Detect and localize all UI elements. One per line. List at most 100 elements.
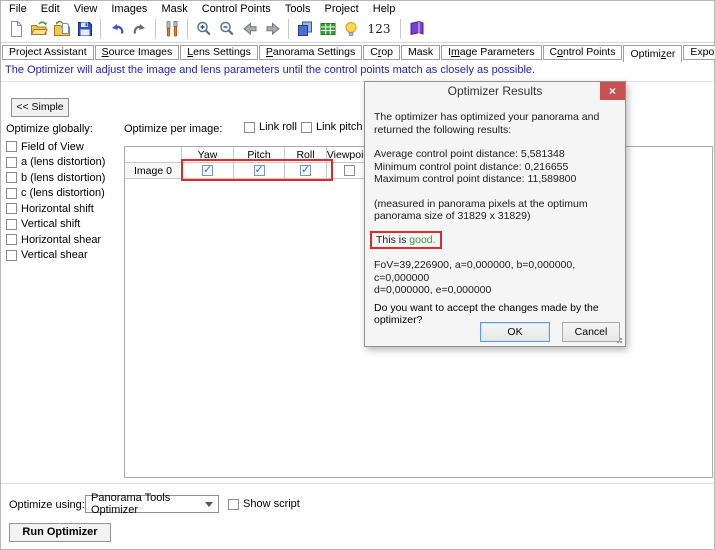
link-pitch-checkbox[interactable]: Link pitch xyxy=(301,121,362,133)
show-script-checkbox[interactable]: Show script xyxy=(228,498,300,510)
tab-bar: Project AssistantSource ImagesLens Setti… xyxy=(1,43,714,62)
menu-item-tools[interactable]: Tools xyxy=(285,3,311,15)
show-script-checkbox-box[interactable] xyxy=(228,499,239,510)
checkbox-box-c-lens-distortion[interactable] xyxy=(6,188,17,199)
copy-pages-icon[interactable] xyxy=(293,17,316,41)
checkbox-box-field-of-view[interactable] xyxy=(6,141,17,152)
redo-arrow-icon[interactable] xyxy=(128,17,151,41)
pitch-cell xyxy=(234,163,285,179)
simple-mode-button[interactable]: << Simple xyxy=(11,98,69,117)
zoom-in-icon[interactable] xyxy=(192,17,215,41)
book-icon[interactable] xyxy=(405,17,428,41)
menu-item-control-points[interactable]: Control Points xyxy=(202,3,271,15)
params-line-1: FoV=39,226900, a=0,000000, b=0,000000, c… xyxy=(374,259,616,284)
link-roll-checkbox-box[interactable] xyxy=(244,122,255,133)
grid-header-yaw: Yaw xyxy=(182,147,234,163)
checkbox-label: Vertical shear xyxy=(21,249,88,261)
red-annotation-rectangle-verdict: This is good. xyxy=(370,231,442,250)
checkbox-label: Vertical shift xyxy=(21,218,80,230)
grid-header-pitch: Pitch xyxy=(234,147,285,163)
table-icon[interactable] xyxy=(316,17,339,41)
folder-page-icon[interactable] xyxy=(50,17,73,41)
toolbar: 123 xyxy=(1,16,714,43)
checkbox-a-lens-distortion[interactable]: a (lens distortion) xyxy=(6,155,105,171)
optimizer-engine-select[interactable]: Panorama Tools Optimizer xyxy=(85,495,219,513)
checkbox-box-vertical-shear[interactable] xyxy=(6,250,17,261)
tab-mask[interactable]: Mask xyxy=(401,45,440,60)
grid-header-corner xyxy=(125,147,182,163)
checkbox-vertical-shift[interactable]: Vertical shift xyxy=(6,217,105,233)
undo-arrow-icon[interactable] xyxy=(105,17,128,41)
checkbox-horizontal-shear[interactable]: Horizontal shear xyxy=(6,232,105,248)
roll-checkbox[interactable] xyxy=(300,165,311,176)
tab-crop[interactable]: Crop xyxy=(363,45,400,60)
verdict-prefix: This is xyxy=(376,234,409,246)
close-icon[interactable]: × xyxy=(600,82,625,100)
numbers-123-icon[interactable]: 123 xyxy=(362,17,396,41)
checkbox-label: Horizontal shear xyxy=(21,234,101,246)
zoom-out-icon[interactable] xyxy=(215,17,238,41)
new-page-icon[interactable] xyxy=(4,17,27,41)
menu-item-images[interactable]: Images xyxy=(111,3,147,15)
menu-item-edit[interactable]: Edit xyxy=(41,3,60,15)
tab-panorama-settings[interactable]: Panorama Settings xyxy=(259,45,362,60)
link-roll-checkbox[interactable]: Link roll xyxy=(244,121,297,133)
checkbox-box-b-lens-distortion[interactable] xyxy=(6,172,17,183)
ok-button[interactable]: OK xyxy=(480,322,550,342)
optimize-per-image-label: Optimize per image: xyxy=(124,123,222,135)
checkbox-box-vertical-shift[interactable] xyxy=(6,219,17,230)
checkbox-label: b (lens distortion) xyxy=(21,172,105,184)
link-pitch-checkbox-box[interactable] xyxy=(301,122,312,133)
menu-item-help[interactable]: Help xyxy=(373,3,396,15)
toolbar-separator xyxy=(100,19,101,39)
row-header-image-0[interactable]: Image 0 xyxy=(125,163,182,179)
tab-exposure-hdr[interactable]: Exposure / HDR xyxy=(683,45,715,60)
optimizer-description: The Optimizer will adjust the image and … xyxy=(1,61,714,82)
pitch-checkbox[interactable] xyxy=(254,165,265,176)
dialog-title-bar[interactable]: Optimizer Results xyxy=(365,82,625,100)
tools-icon[interactable] xyxy=(160,17,183,41)
optimize-using-label: Optimize using: xyxy=(9,499,85,511)
optimize-globally-checkbox-group: Field of View a (lens distortion) b (lens … xyxy=(6,139,105,263)
run-optimizer-button[interactable]: Run Optimizer xyxy=(9,523,111,542)
show-script-label: Show script xyxy=(243,498,300,510)
menu-item-file[interactable]: File xyxy=(9,3,27,15)
menu-item-mask[interactable]: Mask xyxy=(161,3,187,15)
tab-lens-settings[interactable]: Lens Settings xyxy=(180,45,258,60)
stat-minimum: Minimum control point distance: 0,216655 xyxy=(374,161,616,174)
checkbox-label: a (lens distortion) xyxy=(21,156,105,168)
resize-grip[interactable] xyxy=(614,335,622,343)
checkbox-b-lens-distortion[interactable]: b (lens distortion) xyxy=(6,170,105,186)
checkbox-box-horizontal-shift[interactable] xyxy=(6,203,17,214)
tab-optimizer[interactable]: Optimizer xyxy=(623,45,682,62)
tab-source-images[interactable]: Source Images xyxy=(95,45,180,60)
arrow-right-icon[interactable] xyxy=(261,17,284,41)
lightbulb-icon[interactable] xyxy=(339,17,362,41)
stat-average: Average control point distance: 5,581348 xyxy=(374,148,616,161)
tab-project-assistant[interactable]: Project Assistant xyxy=(2,45,94,60)
floppy-disk-icon[interactable] xyxy=(73,17,96,41)
open-folder-icon[interactable] xyxy=(27,17,50,41)
app-window: File Edit View Images Mask Control Points Tool… xyxy=(0,0,715,550)
checkbox-label: Field of View xyxy=(21,141,84,153)
toolbar-separator xyxy=(288,19,289,39)
checkbox-label: Horizontal shift xyxy=(21,203,94,215)
arrow-left-icon[interactable] xyxy=(238,17,261,41)
checkbox-field-of-view[interactable]: Field of View xyxy=(6,139,105,155)
panel-separator xyxy=(1,483,714,484)
tab-image-parameters[interactable]: Image Parameters xyxy=(441,45,541,60)
menu-item-view[interactable]: View xyxy=(74,3,98,15)
checkbox-horizontal-shift[interactable]: Horizontal shift xyxy=(6,201,105,217)
cancel-button[interactable]: Cancel xyxy=(562,322,620,342)
link-pitch-label: Link pitch xyxy=(316,121,362,133)
checkbox-label: c (lens distortion) xyxy=(21,187,105,199)
checkbox-box-a-lens-distortion[interactable] xyxy=(6,157,17,168)
yaw-checkbox[interactable] xyxy=(202,165,213,176)
checkbox-vertical-shear[interactable]: Vertical shear xyxy=(6,248,105,264)
menu-item-project[interactable]: Project xyxy=(325,3,359,15)
checkbox-box-horizontal-shear[interactable] xyxy=(6,234,17,245)
tab-control-points[interactable]: Control Points xyxy=(543,45,623,60)
toolbar-separator xyxy=(155,19,156,39)
checkbox-c-lens-distortion[interactable]: c (lens distortion) xyxy=(6,186,105,202)
viewpoint-checkbox[interactable] xyxy=(344,165,355,176)
